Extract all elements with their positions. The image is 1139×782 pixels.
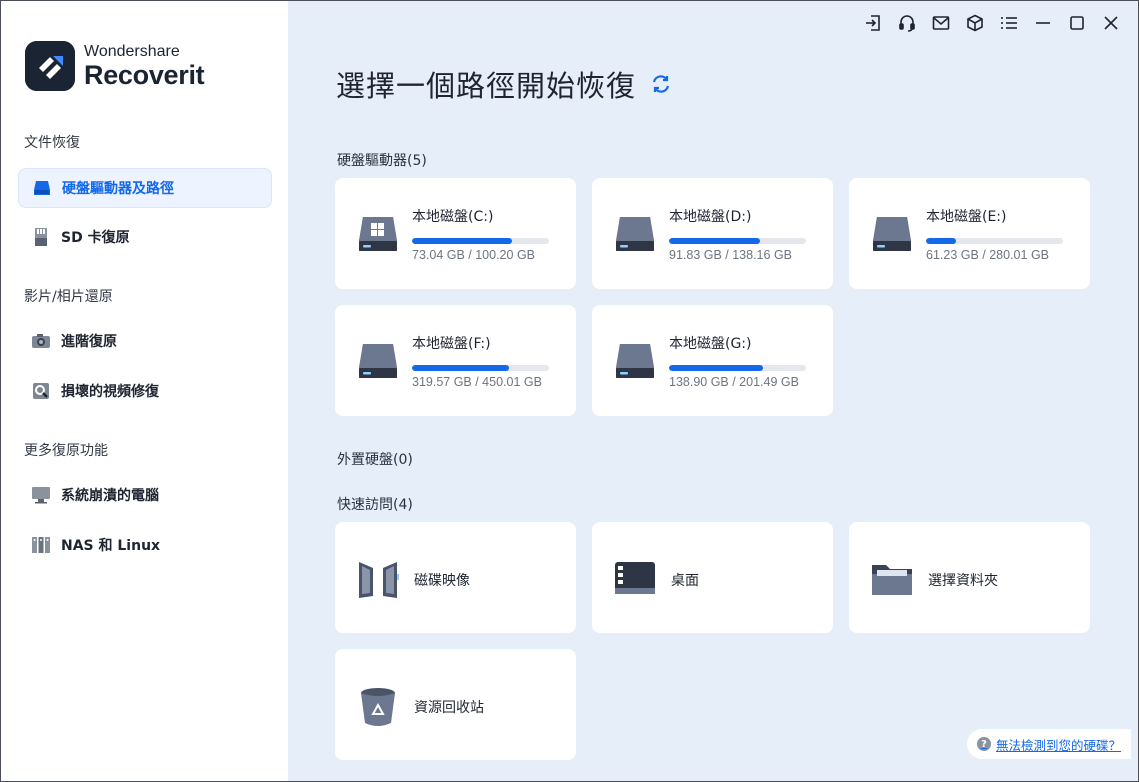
- quick-access-label: 快速訪問(4): [337, 497, 413, 513]
- external-drives-label: 外置硬盤(0): [337, 452, 413, 468]
- drive-card-e[interactable]: 本地磁盤(E:) 61.23 GB / 280.01 GB: [849, 178, 1090, 289]
- quick-access-folder[interactable]: 選擇資料夾: [849, 522, 1090, 633]
- usage-bar-fill: [926, 238, 956, 244]
- sidebar-item-label: 系統崩潰的電腦: [61, 488, 159, 504]
- sidebar-item-label: 硬盤驅動器及路徑: [62, 181, 174, 197]
- hard-drive-icon: [614, 340, 656, 382]
- drive-name: 本地磁盤(C:): [412, 209, 494, 225]
- page-title: 選擇一個路徑開始恢復: [336, 69, 637, 103]
- sidebar-item-label: 損壞的視頻修復: [61, 384, 159, 400]
- sidebar-item-hard-drive[interactable]: 硬盤驅動器及路徑: [18, 168, 272, 208]
- brand-product: Recoverit: [84, 59, 205, 90]
- quick-access-label: 資源回收站: [414, 700, 484, 716]
- hard-drive-icon: [32, 178, 52, 198]
- drive-card-f[interactable]: 本地磁盤(F:) 319.57 GB / 450.01 GB: [335, 305, 576, 416]
- sd-card-icon: [31, 227, 51, 247]
- sidebar: Wondershare Recoverit 文件恢復 硬盤驅動器及路徑 SD 卡…: [1, 1, 288, 781]
- section-label-more: 更多復原功能: [24, 443, 108, 459]
- minimize-icon[interactable]: [1026, 11, 1060, 35]
- usage-bar-fill: [669, 365, 764, 371]
- headset-icon[interactable]: [890, 11, 924, 35]
- quick-access-label: 選擇資料夾: [928, 573, 998, 589]
- brand: Wondershare Recoverit: [25, 41, 205, 91]
- recoverit-logo-icon: [25, 41, 75, 91]
- monitor-icon: [31, 485, 51, 505]
- windows-drive-icon: [357, 213, 399, 255]
- sign-in-icon[interactable]: [856, 11, 890, 35]
- sidebar-item-nas-linux[interactable]: NAS 和 Linux: [18, 525, 272, 565]
- help-question-icon: ?: [976, 737, 991, 751]
- help-link-text: 無法檢測到您的硬碟？: [995, 737, 1121, 753]
- disk-image-icon: [355, 556, 401, 602]
- box-icon[interactable]: [958, 11, 992, 35]
- main-panel: 選擇一個路徑開始恢復 硬盤驅動器(5) 本地磁盤(C:) 73.04 GB / …: [288, 1, 1138, 781]
- drive-size: 73.04 GB / 100.20 GB: [412, 248, 535, 262]
- section-label-media-recovery: 影片/相片還原: [24, 289, 113, 305]
- sidebar-item-label: SD 卡復原: [61, 230, 130, 246]
- camera-icon: [31, 331, 51, 351]
- sidebar-item-label: 進階復原: [61, 334, 117, 350]
- maximize-icon[interactable]: [1060, 11, 1094, 35]
- quick-access-disk-image[interactable]: 磁碟映像: [335, 522, 576, 633]
- drive-name: 本地磁盤(D:): [669, 209, 752, 225]
- usage-bar-fill: [669, 238, 761, 244]
- drive-not-detected-link[interactable]: ? 無法檢測到您的硬碟？: [966, 729, 1131, 759]
- window-toolbar: [856, 11, 1128, 35]
- sidebar-item-crashed-pc[interactable]: 系統崩潰的電腦: [18, 475, 272, 515]
- section-label-file-recovery: 文件恢復: [24, 135, 80, 151]
- menu-icon[interactable]: [992, 11, 1026, 35]
- usage-bar: [669, 365, 806, 371]
- sidebar-item-sd-card[interactable]: SD 卡復原: [18, 217, 272, 257]
- mail-icon[interactable]: [924, 11, 958, 35]
- app-window: Wondershare Recoverit 文件恢復 硬盤驅動器及路徑 SD 卡…: [0, 0, 1139, 782]
- drive-name: 本地磁盤(E:): [926, 209, 1007, 225]
- drive-size: 138.90 GB / 201.49 GB: [669, 375, 799, 389]
- quick-access-desktop[interactable]: 桌面: [592, 522, 833, 633]
- drive-size: 61.23 GB / 280.01 GB: [926, 248, 1049, 262]
- quick-access-label: 磁碟映像: [414, 573, 470, 589]
- drive-name: 本地磁盤(F:): [412, 336, 491, 352]
- refresh-icon[interactable]: [650, 73, 672, 95]
- brand-company: Wondershare: [84, 42, 180, 60]
- drive-name: 本地磁盤(G:): [669, 336, 752, 352]
- usage-bar: [669, 238, 806, 244]
- quick-access-label: 桌面: [671, 573, 699, 589]
- drive-card-c[interactable]: 本地磁盤(C:) 73.04 GB / 100.20 GB: [335, 178, 576, 289]
- nas-icon: [31, 535, 51, 555]
- hard-drive-icon: [614, 213, 656, 255]
- drive-card-d[interactable]: 本地磁盤(D:) 91.83 GB / 138.16 GB: [592, 178, 833, 289]
- hard-drive-icon: [357, 340, 399, 382]
- usage-bar-fill: [412, 238, 512, 244]
- usage-bar: [926, 238, 1063, 244]
- drive-size: 319.57 GB / 450.01 GB: [412, 375, 542, 389]
- hard-drive-icon: [871, 213, 913, 255]
- close-icon[interactable]: [1094, 11, 1128, 35]
- sidebar-item-advanced-recovery[interactable]: 進階復原: [18, 321, 272, 361]
- quick-access-recycle-bin[interactable]: 資源回收站: [335, 649, 576, 760]
- folder-icon: [869, 556, 915, 602]
- usage-bar-fill: [412, 365, 510, 371]
- sidebar-item-video-repair[interactable]: 損壞的視頻修復: [18, 371, 272, 411]
- desktop-icon: [612, 556, 658, 602]
- drive-card-g[interactable]: 本地磁盤(G:) 138.90 GB / 201.49 GB: [592, 305, 833, 416]
- recycle-bin-icon: [355, 683, 401, 729]
- sidebar-item-label: NAS 和 Linux: [61, 538, 161, 554]
- hard-drives-label: 硬盤驅動器(5): [337, 153, 427, 169]
- title-row: 選擇一個路徑開始恢復: [336, 63, 672, 105]
- usage-bar: [412, 238, 549, 244]
- usage-bar: [412, 365, 549, 371]
- drive-size: 91.83 GB / 138.16 GB: [669, 248, 792, 262]
- video-repair-icon: [31, 381, 51, 401]
